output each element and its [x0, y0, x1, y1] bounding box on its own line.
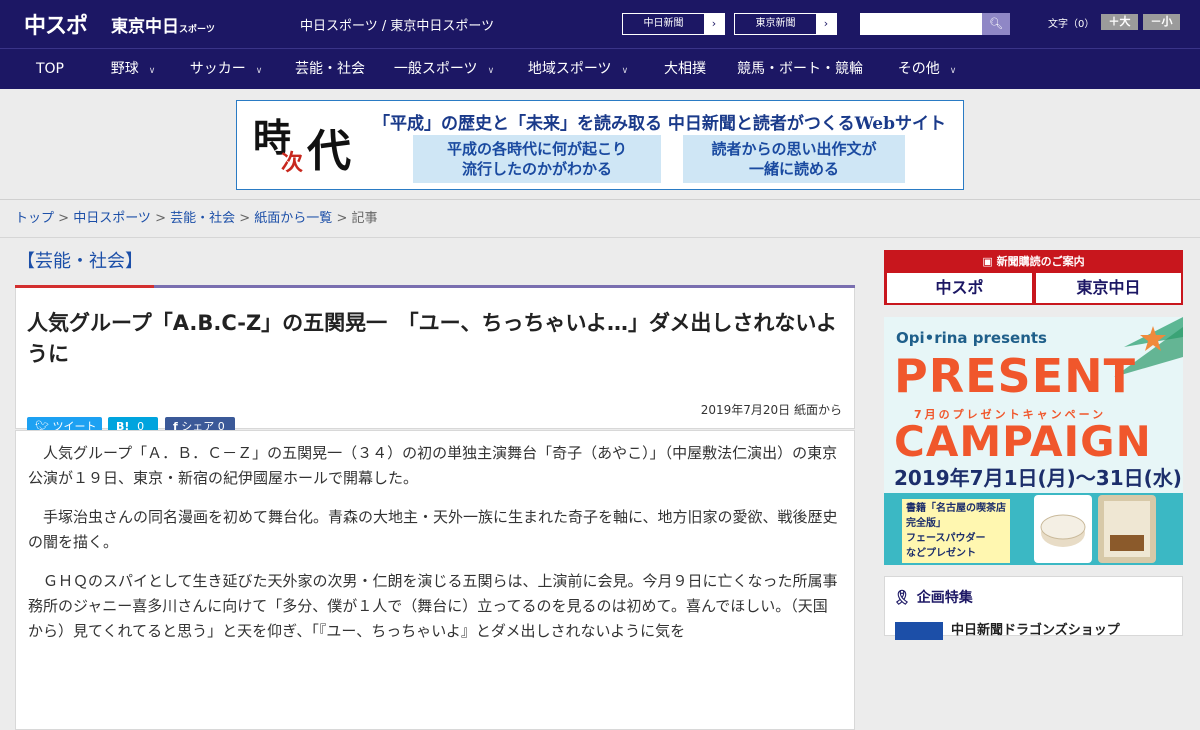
chevron-down-icon: ∨: [255, 66, 263, 76]
nav-item-general-sports[interactable]: 一般スポーツ ∨: [374, 49, 514, 89]
dragons-shop-thumbnail: [895, 621, 943, 640]
banner-logo: 時 次 代: [237, 101, 369, 189]
chevron-down-icon: ∨: [621, 66, 629, 76]
present-campaign-ad[interactable]: Opi•rina presents PRESENT 7月のプレゼントキャンペーン…: [884, 317, 1183, 565]
subscription-banner[interactable]: ▣ 新聞購読のご案内 中スポ 東京中日: [884, 250, 1183, 305]
chevron-down-icon: ∨: [949, 66, 957, 76]
article-header: 人気グループ「A.B.C-Z」の五関晃一 「ユー、ちっちゃいよ…」ダメ出しされな…: [15, 288, 855, 437]
nav-item-top[interactable]: TOP: [0, 49, 100, 89]
article-paragraph: 手塚治虫さんの同名漫画を初めて舞台化。青森の大地主・天外一族に生まれた奇子を軸に…: [28, 508, 838, 551]
nav-item-racing[interactable]: 競馬・ボート・競輪: [728, 49, 872, 89]
banner-area: 時 次 代 「平成」の歴史と「未来」を読み取る 中日新聞と読者がつくるWebサイ…: [0, 90, 1200, 200]
font-decrease-button[interactable]: －小: [1143, 14, 1180, 30]
newspaper-icon: ▣: [982, 255, 993, 268]
nav-item-soccer[interactable]: サッカー ∨: [166, 49, 286, 89]
chunichi-shimbun-button[interactable]: 中日新聞 ›: [622, 13, 725, 35]
campaign-title: CAMPAIGN: [894, 417, 1152, 466]
present-title: PRESENT: [894, 349, 1136, 403]
breadcrumb-current: 記事: [351, 211, 378, 226]
jidai-banner[interactable]: 時 次 代 「平成」の歴史と「未来」を読み取る 中日新聞と読者がつくるWebサイ…: [236, 100, 964, 190]
banner-headline: 「平成」の歴史と「未来」を読み取る 中日新聞と読者がつくるWebサイト: [373, 114, 946, 134]
campaign-note: 書籍「名古屋の喫茶店 完全版」 フェースパウダー などプレゼント: [902, 499, 1010, 563]
nav-item-local-sports[interactable]: 地域スポーツ ∨: [514, 49, 642, 89]
site-title: 中日スポーツ / 東京中日スポーツ: [300, 19, 495, 34]
breadcrumb-top[interactable]: トップ: [15, 211, 54, 226]
font-increase-button[interactable]: ＋大: [1101, 14, 1138, 30]
breadcrumb-chunichi-sports[interactable]: 中日スポーツ: [73, 211, 151, 226]
ribbon-icon: 🎗︎: [893, 590, 911, 606]
banner-box-left: 平成の各時代に何が起こり 流行したのかがわかる: [413, 135, 661, 183]
feature-section: 🎗︎ 企画特集 中日新聞ドラゴンズショップ: [884, 576, 1183, 640]
breadcrumb-paper-list[interactable]: 紙面から一覧: [254, 211, 332, 226]
search-input[interactable]: [860, 13, 982, 35]
subscribe-chuspo[interactable]: 中スポ: [887, 273, 1032, 303]
campaign-dates: 2019年7月1日(月)〜31日(水): [894, 466, 1182, 490]
breadcrumb: トップ > 中日スポーツ > 芸能・社会 > 紙面から一覧 > 記事: [0, 201, 1200, 238]
tokyo-shimbun-button[interactable]: 東京新聞 ›: [734, 13, 837, 35]
feature-item-dragons-shop[interactable]: 中日新聞ドラゴンズショップ: [895, 619, 1120, 640]
subscribe-tokyo-chunichi[interactable]: 東京中日: [1036, 273, 1181, 303]
banner-box-right: 読者からの思い出作文が 一緒に読める: [683, 135, 905, 183]
font-size-label: 文字（0）: [1048, 19, 1095, 30]
article-column: 【芸能・社会】 人気グループ「A.B.C-Z」の五関晃一 「ユー、ちっちゃいよ……: [15, 245, 855, 730]
tokyo-chunichi-logo[interactable]: 東京中日スポーツ: [111, 12, 215, 37]
article-title: 人気グループ「A.B.C-Z」の五関晃一 「ユー、ちっちゃいよ…」ダメ出しされな…: [27, 311, 837, 366]
nav-item-other[interactable]: その他 ∨: [872, 49, 982, 89]
breadcrumb-entertainment[interactable]: 芸能・社会: [170, 211, 235, 226]
nav-item-baseball[interactable]: 野球 ∨: [100, 49, 166, 89]
main-nav: TOP 野球 ∨ サッカー ∨ 芸能・社会 一般スポーツ ∨ 地域スポーツ ∨ 大相撲 …: [0, 48, 1200, 89]
feature-section-title: 🎗︎ 企画特集: [893, 590, 973, 606]
nav-item-sumo[interactable]: 大相撲: [642, 49, 728, 89]
face-powder-image: [1034, 495, 1092, 563]
opirina-brand: Opi•rina presents: [896, 329, 1047, 347]
subscription-title: ▣ 新聞購読のご案内: [982, 255, 1085, 268]
chuspo-logo[interactable]: 中スポ: [24, 8, 88, 40]
site-header: 中スポ 東京中日スポーツ 中日スポーツ / 東京中日スポーツ 中日新聞 › 東京新…: [0, 0, 1200, 48]
article-body: 人気グループ「Ａ．Ｂ．Ｃ－Ｚ」の五関晃一（３４）の初の単独主演舞台「奇子（あやこ…: [15, 430, 855, 730]
chevron-right-icon: ›: [816, 14, 836, 34]
article-date: 2019年7月20日 紙面から: [700, 403, 842, 417]
nav-item-entertainment[interactable]: 芸能・社会: [286, 49, 374, 89]
search-button[interactable]: 🔍︎: [982, 13, 1010, 35]
book-cover-image: [1098, 495, 1156, 563]
search-icon: 🔍︎: [989, 17, 1003, 30]
article-paragraph: 人気グループ「Ａ．Ｂ．Ｃ－Ｚ」の五関晃一（３４）の初の単独主演舞台「奇子（あやこ…: [28, 444, 838, 487]
category-label: 【芸能・社会】: [17, 251, 143, 272]
article-paragraph: ＧＨＱのスパイとして生き延びた天外家の次男・仁朗を演じる五関らは、上演前に会見。…: [28, 572, 838, 640]
chevron-right-icon: ›: [704, 14, 724, 34]
chevron-down-icon: ∨: [487, 66, 495, 76]
starfish-icon: [1140, 326, 1166, 351]
chevron-down-icon: ∨: [148, 66, 156, 76]
